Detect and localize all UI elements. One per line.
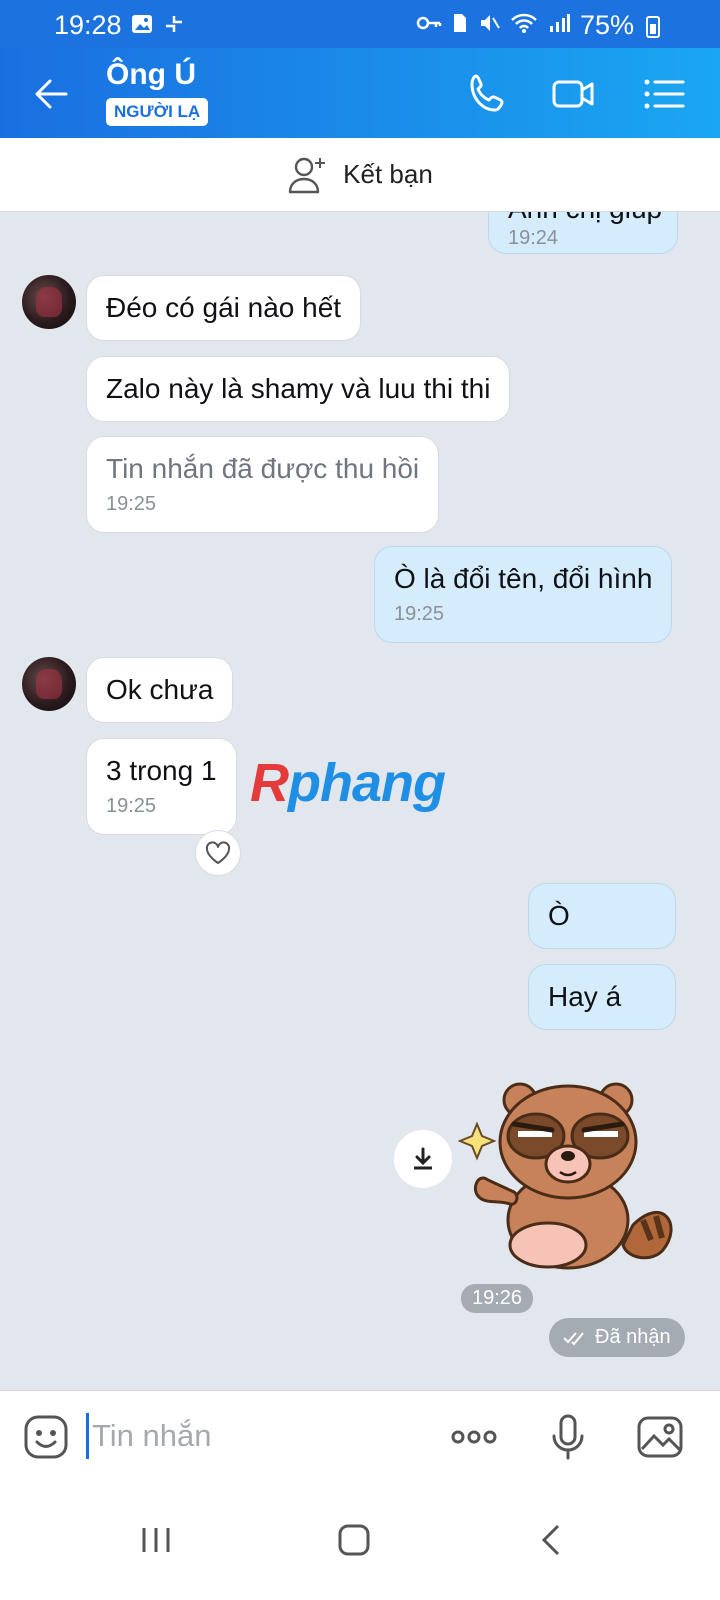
system-nav-bar (0, 1482, 720, 1600)
message-bubble-incoming[interactable]: 3 trong 1 19:25 (86, 738, 237, 835)
more-options-icon[interactable] (450, 1413, 498, 1461)
message-text: Tin nhắn đã được thu hồi (106, 453, 420, 484)
message-bubble-recalled[interactable]: Tin nhắn đã được thu hồi 19:25 (86, 436, 440, 533)
message-bubble-outgoing[interactable]: Ò là đổi tên, đổi hình 19:25 (374, 546, 673, 643)
mute-icon (481, 15, 500, 31)
phone-call-icon[interactable] (464, 70, 512, 118)
microphone-icon[interactable] (544, 1413, 592, 1461)
image-gallery-icon[interactable] (636, 1413, 684, 1461)
status-system-icons (416, 12, 570, 34)
heart-icon (205, 841, 231, 864)
message-time: 19:25 (106, 795, 157, 817)
menu-list-icon[interactable] (640, 70, 688, 118)
message-text: 3 trong 1 (106, 755, 217, 786)
message-bubble-outgoing[interactable]: Ò (528, 883, 676, 949)
gallery-icon (132, 15, 152, 33)
signal-icon (550, 14, 570, 32)
download-sticker-button[interactable] (394, 1130, 452, 1188)
double-check-icon (563, 1331, 584, 1345)
message-text: Ok chưa (106, 674, 214, 705)
react-heart-button[interactable] (195, 830, 241, 876)
contact-name[interactable]: Ông Ú (106, 58, 196, 92)
status-notification-icons (130, 12, 186, 36)
nav-back-icon[interactable] (532, 1520, 572, 1560)
message-text: Đéo có gái nào hết (106, 292, 342, 323)
stranger-badge: NGƯỜI LẠ (106, 98, 209, 126)
battery-icon (646, 16, 660, 38)
avatar[interactable] (22, 657, 76, 711)
avatar[interactable] (22, 275, 76, 329)
video-call-icon[interactable] (550, 70, 598, 118)
recent-apps-icon[interactable] (136, 1520, 176, 1560)
chat-area[interactable]: Anh chị giúp 19:24 Đéo có gái nào hết Za… (0, 212, 720, 1418)
delivery-status-label: Đã nhận (595, 1326, 671, 1348)
status-time: 19:28 (54, 10, 122, 40)
battery-level: 75% (579, 10, 634, 40)
add-friend-label: Kết bạn (343, 159, 433, 189)
message-bubble-incoming[interactable]: Đéo có gái nào hết (86, 275, 362, 341)
raccoon-sticker[interactable] (458, 1070, 688, 1270)
message-composer (0, 1390, 720, 1482)
download-icon (414, 1147, 432, 1170)
message-text: Ò là đổi tên, đổi hình (394, 563, 653, 594)
chat-header: Ông Ú NGƯỜI LẠ (0, 48, 720, 138)
home-icon[interactable] (334, 1520, 374, 1560)
message-text: Hay á (548, 981, 622, 1012)
sticker-time: 19:26 (461, 1284, 534, 1313)
message-time: 19:24 (508, 227, 559, 249)
message-text: Ò (548, 900, 570, 931)
message-time: 19:25 (394, 603, 445, 625)
wifi-icon (511, 13, 537, 33)
sim-icon (454, 14, 466, 32)
delivery-status: Đã nhận (549, 1318, 685, 1357)
sync-icon (166, 16, 182, 32)
add-friend-bar[interactable]: Kết bạn (0, 138, 720, 212)
message-text: Zalo này là shamy và luu thi thi (106, 373, 491, 404)
message-bubble-incoming[interactable]: Zalo này là shamy và luu thi thi (86, 356, 511, 422)
key-icon (416, 16, 442, 30)
back-arrow-icon[interactable] (28, 70, 76, 118)
message-input[interactable] (86, 1413, 426, 1459)
status-bar: 19:28 75% (0, 0, 720, 48)
message-bubble-outgoing[interactable]: Anh chị giúp 19:24 (488, 212, 678, 254)
watermark-logo: Rphang (250, 753, 446, 813)
message-bubble-incoming[interactable]: Ok chưa (86, 657, 234, 723)
emoji-sticker-icon[interactable] (22, 1413, 70, 1461)
message-text: Anh chị giúp (508, 212, 662, 224)
message-time: 19:25 (106, 493, 157, 515)
message-bubble-outgoing[interactable]: Hay á (528, 964, 676, 1030)
add-friend-icon (288, 157, 326, 193)
